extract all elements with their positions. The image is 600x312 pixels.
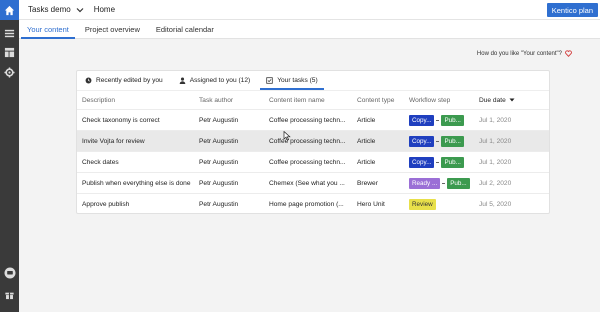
project-name[interactable]: Tasks demo bbox=[28, 5, 71, 14]
filter-your-tasks[interactable]: Your tasks (5) bbox=[258, 71, 325, 90]
due-date: Jul 2, 2020 bbox=[479, 179, 512, 187]
chat-icon bbox=[4, 267, 15, 278]
top-bar: Tasks demo Home Kentico plan bbox=[19, 0, 600, 20]
header-description[interactable]: Description bbox=[77, 97, 199, 104]
content-models-button[interactable] bbox=[3, 46, 16, 59]
workflow-step-badge: Pub... bbox=[441, 156, 464, 168]
step-connector bbox=[436, 161, 440, 163]
workflow-step-badge: Copy... bbox=[409, 135, 435, 147]
filter-label: Assigned to you (12) bbox=[189, 77, 251, 84]
project-switcher[interactable] bbox=[76, 6, 84, 14]
gift-icon bbox=[5, 292, 14, 300]
gear-icon bbox=[4, 67, 15, 78]
help-button[interactable] bbox=[3, 266, 16, 279]
whats-new-button[interactable] bbox=[3, 288, 16, 301]
workflow-step-badge: Copy... bbox=[409, 156, 435, 168]
sort-down-icon bbox=[509, 98, 515, 102]
tab-project-overview[interactable]: Project overview bbox=[77, 20, 148, 38]
content-type: Hero Unit bbox=[357, 200, 385, 208]
task-description: Check dates bbox=[82, 158, 119, 166]
step-connector bbox=[442, 182, 446, 184]
header-due-date-label: Due date bbox=[479, 96, 506, 104]
task-author: Petr Augustin bbox=[199, 158, 239, 166]
home-icon bbox=[4, 5, 15, 15]
settings-button[interactable] bbox=[3, 66, 16, 79]
tab-your-content[interactable]: Your content bbox=[19, 20, 77, 39]
filter-assigned-to-you[interactable]: Assigned to you (12) bbox=[171, 71, 258, 90]
workflow-steps: Copy... Pub... bbox=[409, 114, 479, 126]
plan-button[interactable]: Kentico plan bbox=[546, 3, 598, 17]
header-task-author[interactable]: Task author bbox=[199, 97, 269, 104]
task-description: Approve publish bbox=[82, 200, 130, 208]
content-type: Article bbox=[357, 137, 376, 145]
table-row[interactable]: Check dates Petr Augustin Coffee processin… bbox=[77, 151, 549, 172]
feedback-text: How do you like "Your content"? bbox=[476, 50, 562, 57]
task-description: Publish when everything else is done bbox=[82, 179, 191, 187]
workflow-steps: Ready ... Pub... bbox=[409, 177, 479, 189]
task-description: Invite Vojta for review bbox=[82, 137, 145, 145]
workflow-steps: Copy... Pub... bbox=[409, 135, 479, 147]
table-row[interactable]: Publish when everything else is done Petr… bbox=[77, 172, 549, 193]
workflow-steps: Copy... Pub... bbox=[409, 156, 479, 168]
due-date: Jul 1, 2020 bbox=[479, 158, 512, 166]
content-item-name: Home page promotion (... bbox=[269, 200, 344, 208]
checkbox-icon bbox=[266, 77, 273, 84]
mouse-cursor bbox=[283, 131, 291, 141]
due-date: Jul 1, 2020 bbox=[479, 137, 512, 145]
content-type: Article bbox=[357, 116, 376, 124]
content-inventory-button[interactable] bbox=[3, 27, 16, 40]
tasks-table: Description Task author Content item nam… bbox=[77, 90, 549, 214]
filter-recently-edited[interactable]: Recently edited by you bbox=[77, 71, 171, 90]
table-header: Description Task author Content item nam… bbox=[77, 90, 549, 109]
workflow-step-badge: Copy... bbox=[409, 114, 435, 126]
header-workflow-step[interactable]: Workflow step bbox=[409, 97, 479, 104]
tab-editorial-calendar[interactable]: Editorial calendar bbox=[148, 20, 222, 38]
content-type: Brewer bbox=[357, 179, 378, 187]
clock-icon bbox=[85, 77, 92, 84]
content-item-name: Coffee processing techn... bbox=[269, 116, 346, 124]
content-type: Article bbox=[357, 158, 376, 166]
your-content-card: Recently edited by you Assigned to you (… bbox=[76, 70, 550, 214]
content-item-name: Chemex (See what you ... bbox=[269, 179, 345, 187]
content-filter-tabs: Recently edited by you Assigned to you (… bbox=[77, 71, 549, 90]
filter-label: Recently edited by you bbox=[96, 77, 163, 84]
breadcrumb: Home bbox=[93, 5, 116, 14]
workflow-step-badge: Review bbox=[409, 198, 436, 210]
task-author: Petr Augustin bbox=[199, 179, 239, 187]
table-row[interactable]: Check taxonomy is correct Petr Augustin Co… bbox=[77, 109, 549, 130]
table-row[interactable]: Approve publish Petr Augustin Home page pr… bbox=[77, 193, 549, 214]
heart-icon bbox=[565, 50, 572, 57]
task-author: Petr Augustin bbox=[199, 116, 239, 124]
user-icon bbox=[179, 77, 186, 84]
filter-label: Your tasks (5) bbox=[277, 77, 318, 84]
chevron-down-icon bbox=[76, 7, 84, 12]
layout-icon bbox=[4, 47, 15, 58]
navigation-tabs: Your content Project overview Editorial … bbox=[19, 20, 600, 39]
header-content-type[interactable]: Content type bbox=[357, 97, 409, 104]
left-rail bbox=[0, 0, 19, 312]
due-date: Jul 5, 2020 bbox=[479, 200, 512, 208]
due-date: Jul 1, 2020 bbox=[479, 116, 512, 124]
table-row[interactable]: Invite Vojta for review Petr Augustin Coff… bbox=[77, 130, 549, 151]
task-author: Petr Augustin bbox=[199, 200, 239, 208]
header-content-item-name[interactable]: Content item name bbox=[269, 97, 357, 104]
workflow-step-badge: Pub... bbox=[447, 177, 470, 189]
workflow-step-badge: Ready ... bbox=[409, 177, 441, 189]
content-item-name: Coffee processing techn... bbox=[269, 158, 346, 166]
task-description: Check taxonomy is correct bbox=[82, 116, 160, 124]
workflow-step-badge: Pub... bbox=[441, 135, 464, 147]
feedback-link[interactable]: How do you like "Your content"? bbox=[477, 50, 572, 57]
step-connector bbox=[436, 119, 440, 121]
step-connector bbox=[436, 140, 440, 142]
list-icon bbox=[4, 29, 15, 38]
workflow-steps: Review bbox=[409, 198, 479, 210]
header-due-date[interactable]: Due date bbox=[479, 97, 541, 104]
task-author: Petr Augustin bbox=[199, 137, 239, 145]
home-button[interactable] bbox=[0, 0, 19, 20]
workflow-step-badge: Pub... bbox=[441, 114, 464, 126]
